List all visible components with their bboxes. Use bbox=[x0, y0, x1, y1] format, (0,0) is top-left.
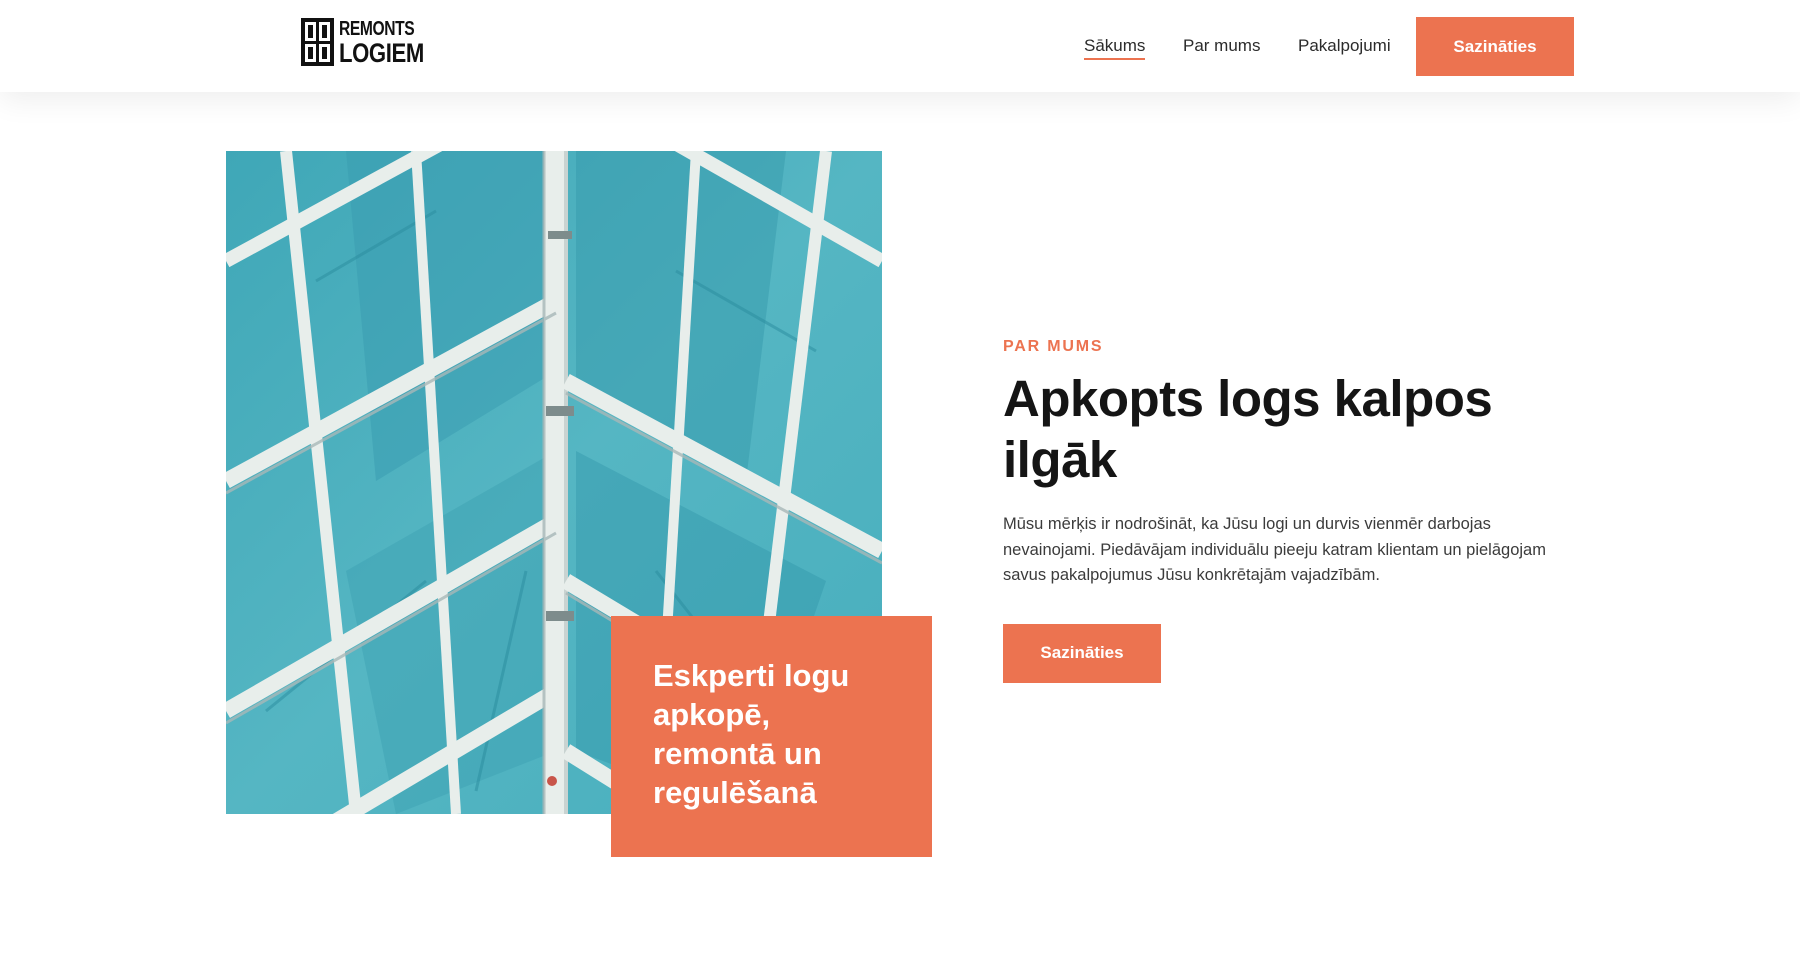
section-eyebrow: PAR MUMS bbox=[1003, 338, 1104, 355]
section-headline: Apkopts logs kalpos ilgāk bbox=[1003, 370, 1493, 488]
nav-item-sakums[interactable]: Sākums bbox=[1084, 36, 1146, 60]
nav-item-par-mums[interactable]: Par mums bbox=[1183, 36, 1260, 56]
about-section: PAR MUMS Apkopts logs kalpos ilgāk Mūsu … bbox=[1003, 338, 1573, 683]
section-body: Mūsu mērķis ir nodrošināt, ka Jūsu logi … bbox=[1003, 515, 1546, 584]
header-contact-button[interactable]: Sazināties bbox=[1416, 17, 1574, 76]
contact-button[interactable]: Sazināties bbox=[1003, 623, 1161, 683]
main-nav: Sākums Par mums Pakalpojumi Sazināties bbox=[0, 0, 1800, 92]
nav-item-pakalpojumi[interactable]: Pakalpojumi bbox=[1298, 36, 1391, 56]
expertise-card: Eskperti logu apkopē, remontā un regulēš… bbox=[611, 616, 932, 857]
expertise-card-title: Eskperti logu apkopē, remontā un regulēš… bbox=[653, 658, 850, 810]
site-header: REMONTS LOGIEM Sākums Par mums Pakalpoju… bbox=[0, 0, 1800, 92]
